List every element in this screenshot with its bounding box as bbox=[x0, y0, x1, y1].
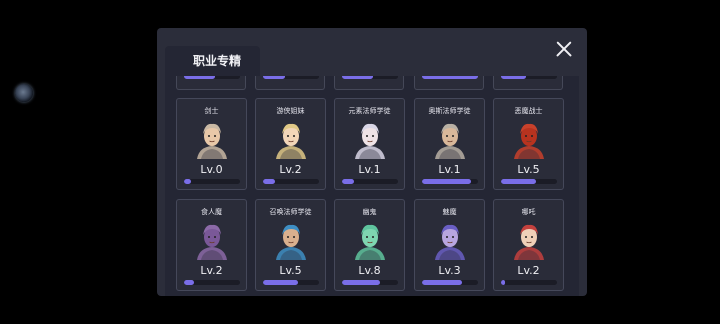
level-label: Lv.2 bbox=[517, 264, 540, 277]
profession-card[interactable]: 食人魔 Lv.2 bbox=[176, 199, 247, 291]
ranger-sisters-portrait-icon bbox=[272, 119, 310, 159]
profession-name: 游侠姐妹 bbox=[276, 107, 305, 115]
profession-card[interactable]: 元素法师学徒 Lv.1 bbox=[334, 98, 405, 190]
profession-card[interactable]: 幽鬼 Lv.8 bbox=[334, 199, 405, 291]
nezha-portrait-icon bbox=[510, 220, 548, 260]
progress-bar bbox=[184, 76, 240, 79]
level-label: Lv.1 bbox=[438, 163, 461, 176]
profession-card[interactable]: 魅魔 Lv.3 bbox=[414, 199, 485, 291]
wraith-portrait-icon bbox=[351, 220, 389, 260]
level-label: Lv.8 bbox=[358, 264, 381, 277]
panel-title: 职业专精 bbox=[165, 46, 260, 76]
ogre-portrait-icon bbox=[193, 220, 231, 260]
level-label: Lv.5 bbox=[517, 163, 540, 176]
progress-bar bbox=[422, 280, 478, 285]
progress-bar bbox=[263, 179, 319, 184]
progress-bar bbox=[501, 76, 557, 79]
partial-card[interactable] bbox=[414, 76, 484, 90]
level-label: Lv.3 bbox=[438, 264, 461, 277]
progress-fill bbox=[342, 280, 381, 285]
progress-fill bbox=[184, 179, 191, 184]
swordsman-portrait-icon bbox=[193, 119, 231, 159]
profession-card[interactable]: 哪吒 Lv.2 bbox=[493, 199, 564, 291]
progress-bar bbox=[422, 76, 478, 79]
progress-fill bbox=[501, 179, 536, 184]
profession-card[interactable]: 召唤法师学徒 Lv.5 bbox=[255, 199, 326, 291]
progress-fill bbox=[184, 280, 195, 285]
close-icon[interactable] bbox=[555, 40, 573, 58]
progress-bar bbox=[342, 280, 398, 285]
profession-card[interactable]: 奥斯法师学徒 Lv.1 bbox=[414, 98, 485, 190]
level-label: Lv.0 bbox=[200, 163, 223, 176]
progress-bar bbox=[422, 179, 478, 184]
progress-bar bbox=[342, 179, 398, 184]
profession-name: 奥斯法师学徒 bbox=[428, 107, 471, 115]
elementalist-apprentice-portrait-icon bbox=[351, 119, 389, 159]
profession-card[interactable]: 游侠姐妹 Lv.2 bbox=[255, 98, 326, 190]
profession-name: 幽鬼 bbox=[362, 208, 377, 216]
partial-card[interactable] bbox=[176, 76, 246, 90]
progress-bar bbox=[501, 179, 557, 184]
profession-card[interactable]: 恶魔战士 Lv.5 bbox=[493, 98, 564, 190]
arcane-apprentice-portrait-icon bbox=[431, 119, 469, 159]
progress-bar bbox=[342, 76, 398, 79]
profession-card[interactable]: 剑士 Lv.0 bbox=[176, 98, 247, 190]
progress-fill bbox=[342, 179, 355, 184]
profession-name: 元素法师学徒 bbox=[348, 107, 391, 115]
partial-card[interactable] bbox=[493, 76, 563, 90]
progress-bar bbox=[263, 76, 319, 79]
progress-fill bbox=[422, 280, 463, 285]
level-label: Lv.2 bbox=[200, 264, 223, 277]
level-label: Lv.1 bbox=[358, 163, 381, 176]
progress-bar bbox=[263, 280, 319, 285]
progress-fill bbox=[263, 179, 276, 184]
summoner-apprentice-portrait-icon bbox=[272, 220, 310, 260]
progress-fill bbox=[422, 179, 472, 184]
progress-bar bbox=[501, 280, 557, 285]
level-label: Lv.2 bbox=[279, 163, 302, 176]
succubus-portrait-icon bbox=[431, 220, 469, 260]
progress-fill bbox=[263, 76, 286, 79]
profession-name: 召唤法师学徒 bbox=[269, 208, 312, 216]
profession-name: 恶魔战士 bbox=[514, 107, 543, 115]
progress-fill bbox=[184, 76, 215, 79]
profession-name: 食人魔 bbox=[201, 208, 222, 216]
partial-card-row bbox=[176, 76, 576, 90]
partial-card[interactable] bbox=[255, 76, 325, 90]
progress-fill bbox=[422, 76, 478, 79]
profession-mastery-panel: 职业专精 剑士 Lv.0 游侠姐妹 Lv.2 元素法师学徒 Lv.1 奥斯法师学徒 bbox=[157, 28, 587, 296]
partial-card[interactable] bbox=[334, 76, 404, 90]
card-grid[interactable]: 剑士 Lv.0 游侠姐妹 Lv.2 元素法师学徒 Lv.1 奥斯法师学徒 Lv.1 恶魔… bbox=[165, 76, 579, 296]
profession-name: 哪吒 bbox=[521, 208, 536, 216]
demon-warrior-portrait-icon bbox=[510, 119, 548, 159]
level-label: Lv.5 bbox=[279, 264, 302, 277]
progress-fill bbox=[501, 280, 506, 285]
progress-bar bbox=[184, 179, 240, 184]
profession-name: 魅魔 bbox=[442, 208, 457, 216]
progress-fill bbox=[342, 76, 373, 79]
progress-fill bbox=[263, 280, 298, 285]
profession-name: 剑士 bbox=[204, 107, 219, 115]
side-menu-orb[interactable] bbox=[15, 84, 33, 102]
progress-bar bbox=[184, 280, 240, 285]
progress-fill bbox=[501, 76, 527, 79]
